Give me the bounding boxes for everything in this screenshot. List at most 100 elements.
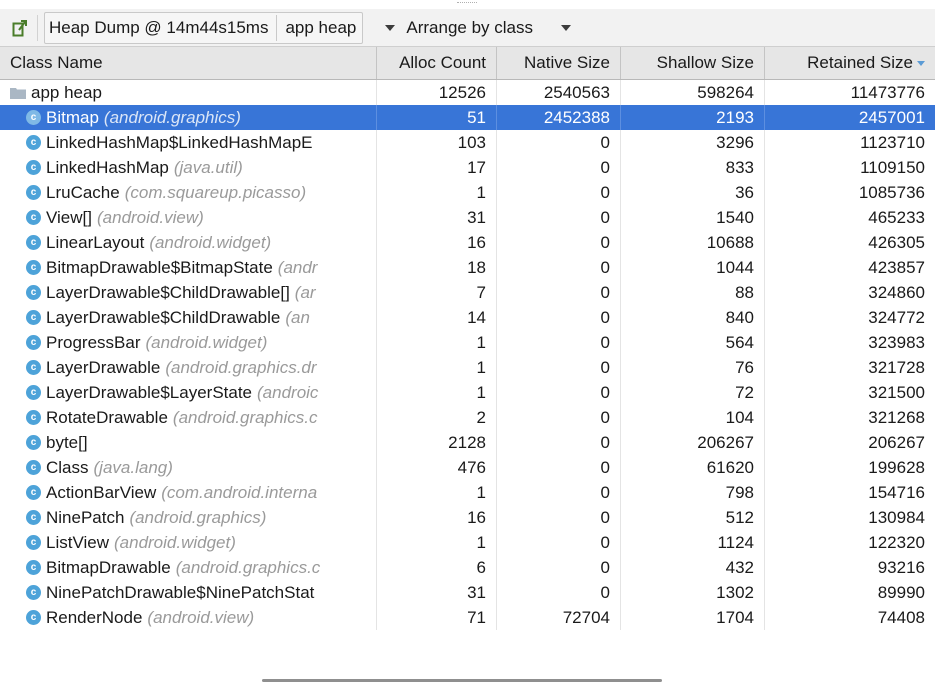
alloc-count-cell: 1 xyxy=(377,480,497,505)
class-name-wrap: LayerDrawable$ChildDrawable (an xyxy=(46,305,376,330)
alloc-count-cell: 51 xyxy=(377,105,497,130)
class-name-cell: c RenderNode (android.view) xyxy=(0,605,377,630)
retained-size-cell: 74408 xyxy=(877,608,925,627)
class-name: Class xyxy=(46,458,89,477)
class-name: View[] xyxy=(46,208,92,227)
class-name-cell: c LayerDrawable (android.graphics.dr xyxy=(0,355,377,380)
shallow-size-cell: 3296 xyxy=(621,130,765,155)
column-header-label: Alloc Count xyxy=(399,53,486,72)
class-name: BitmapDrawable$BitmapState xyxy=(46,258,273,277)
package-name: (android.graphics) xyxy=(129,508,267,527)
package-name: (com.android.interna xyxy=(161,483,318,502)
retained-size-cell: 324860 xyxy=(868,283,925,302)
retained-size-cell: 324772 xyxy=(868,308,925,327)
class-name-wrap: LayerDrawable$ChildDrawable[] (ar xyxy=(46,280,376,305)
table-row[interactable]: c RenderNode (android.view) 71 72704 1704 7440… xyxy=(0,605,935,630)
package-name: (andr xyxy=(277,258,318,277)
table-row[interactable]: c byte[] 2128 0 206267 206267 xyxy=(0,430,935,455)
class-name-cell: c LayerDrawable$LayerState (androic xyxy=(0,380,377,405)
class-name: LayerDrawable$LayerState xyxy=(46,383,253,402)
alloc-count-cell: 1 xyxy=(377,330,497,355)
table-row[interactable]: c BitmapDrawable (android.graphics.c 6 0 432 9… xyxy=(0,555,935,580)
class-icon: c xyxy=(26,235,41,250)
table-row[interactable]: c ActionBarView (com.android.interna 1 0 798 1… xyxy=(0,480,935,505)
export-icon[interactable] xyxy=(9,17,31,39)
retained-size-cell: 1109150 xyxy=(860,158,925,177)
table-row[interactable]: c LayerDrawable$ChildDrawable[] (ar 7 0 88 324… xyxy=(0,280,935,305)
native-size-cell: 0 xyxy=(497,580,621,605)
package-name: (ar xyxy=(294,283,316,302)
table-row[interactable]: c LayerDrawable (android.graphics.dr 1 0 76 32… xyxy=(0,355,935,380)
alloc-count-cell: 71 xyxy=(377,605,497,630)
class-name-wrap: LayerDrawable$LayerState (androic xyxy=(46,380,376,405)
table-row[interactable]: c RotateDrawable (android.graphics.c 2 0 104 3… xyxy=(0,405,935,430)
table-row[interactable]: c LayerDrawable$ChildDrawable (an 14 0 840 324… xyxy=(0,305,935,330)
table-row[interactable]: c NinePatch (android.graphics) 16 0 512 130984 xyxy=(0,505,935,530)
retained-size-cell: 1123710 xyxy=(860,133,925,152)
alloc-count-cell: 2128 xyxy=(377,430,497,455)
class-name: RotateDrawable xyxy=(46,408,168,427)
table-row[interactable]: c NinePatchDrawable$NinePatchStat 31 0 1302 8… xyxy=(0,580,935,605)
table-row[interactable]: c ListView (android.widget) 1 0 1124 122320 xyxy=(0,530,935,555)
shallow-size-cell: 206267 xyxy=(621,430,765,455)
class-icon: c xyxy=(26,460,41,475)
panel-grip[interactable] xyxy=(457,2,477,5)
shallow-size-cell: 104 xyxy=(621,405,765,430)
folder-icon xyxy=(10,87,26,99)
table-row-root[interactable]: app heap 12526 2540563 598264 11473776 xyxy=(0,80,935,105)
shallow-size-cell: 88 xyxy=(621,280,765,305)
package-name: (android.graphics.c xyxy=(172,408,318,427)
table-row[interactable]: c Bitmap (android.graphics) 51 2452388 2193 24… xyxy=(0,105,935,130)
heap-dropdown[interactable]: app heap xyxy=(285,18,356,38)
arrange-by-dropdown[interactable]: Arrange by class xyxy=(385,18,571,38)
table-row[interactable]: c LruCache (com.squareup.picasso) 1 0 36 10857… xyxy=(0,180,935,205)
native-size-cell: 2540563 xyxy=(497,80,621,105)
class-icon: c xyxy=(26,335,41,350)
class-icon: c xyxy=(26,610,41,625)
class-name-cell: c ListView (android.widget) xyxy=(0,530,377,555)
native-size-cell: 0 xyxy=(497,555,621,580)
alloc-count-cell: 1 xyxy=(377,355,497,380)
retained-size-cell: 465233 xyxy=(868,208,925,227)
class-name-cell: c LayerDrawable$ChildDrawable[] (ar xyxy=(0,280,377,305)
table-row[interactable]: c ProgressBar (android.widget) 1 0 564 323983 xyxy=(0,330,935,355)
native-size-cell: 72704 xyxy=(497,605,621,630)
retained-size-cell: 323983 xyxy=(868,333,925,352)
table-row[interactable]: c View[] (android.view) 31 0 1540 465233 xyxy=(0,205,935,230)
class-name: LruCache xyxy=(46,183,120,202)
retained-size-cell: 1085736 xyxy=(858,183,925,202)
heap-dump-selector[interactable]: Heap Dump @ 14m44s15ms app heap xyxy=(44,11,364,44)
column-header-shallow-size[interactable]: Shallow Size xyxy=(621,47,765,79)
column-header-alloc-count[interactable]: Alloc Count xyxy=(377,47,497,79)
column-header-class-name[interactable]: Class Name xyxy=(0,47,377,79)
retained-size-cell: 11473776 xyxy=(850,83,925,102)
table-row[interactable]: c BitmapDrawable$BitmapState (andr 18 0 1044 4… xyxy=(0,255,935,280)
native-size-cell: 0 xyxy=(497,205,621,230)
alloc-count-cell: 16 xyxy=(377,230,497,255)
retained-size-cell: 206267 xyxy=(868,433,925,452)
table-row[interactable]: c LinearLayout (android.widget) 16 0 10688 426… xyxy=(0,230,935,255)
class-icon: c xyxy=(26,185,41,200)
alloc-count-cell: 16 xyxy=(377,505,497,530)
native-size-cell: 0 xyxy=(497,505,621,530)
class-name-cell: c Class (java.lang) xyxy=(0,455,377,480)
shallow-size-cell: 798 xyxy=(621,480,765,505)
column-header-native-size[interactable]: Native Size xyxy=(497,47,621,79)
shallow-size-cell: 76 xyxy=(621,355,765,380)
shallow-size-cell: 10688 xyxy=(621,230,765,255)
class-icon: c xyxy=(26,385,41,400)
column-header-retained-size[interactable]: Retained Size xyxy=(765,47,935,79)
table-row[interactable]: c Class (java.lang) 476 0 61620 199628 xyxy=(0,455,935,480)
class-name: byte[] xyxy=(46,433,88,452)
alloc-count-cell: 476 xyxy=(377,455,497,480)
class-name-wrap: View[] (android.view) xyxy=(46,205,376,230)
shallow-size-cell: 833 xyxy=(621,155,765,180)
class-name-cell: c ActionBarView (com.android.interna xyxy=(0,480,377,505)
table-row[interactable]: c LayerDrawable$LayerState (androic 1 0 72 321… xyxy=(0,380,935,405)
package-name: (com.squareup.picasso) xyxy=(124,183,307,202)
table-row[interactable]: c LinkedHashMap (java.util) 17 0 833 1109150 xyxy=(0,155,935,180)
class-name: LinearLayout xyxy=(46,233,145,252)
class-name-cell: c byte[] xyxy=(0,430,377,455)
table-row[interactable]: c LinkedHashMap$LinkedHashMapE 103 0 3296 112… xyxy=(0,130,935,155)
class-icon: c xyxy=(26,535,41,550)
